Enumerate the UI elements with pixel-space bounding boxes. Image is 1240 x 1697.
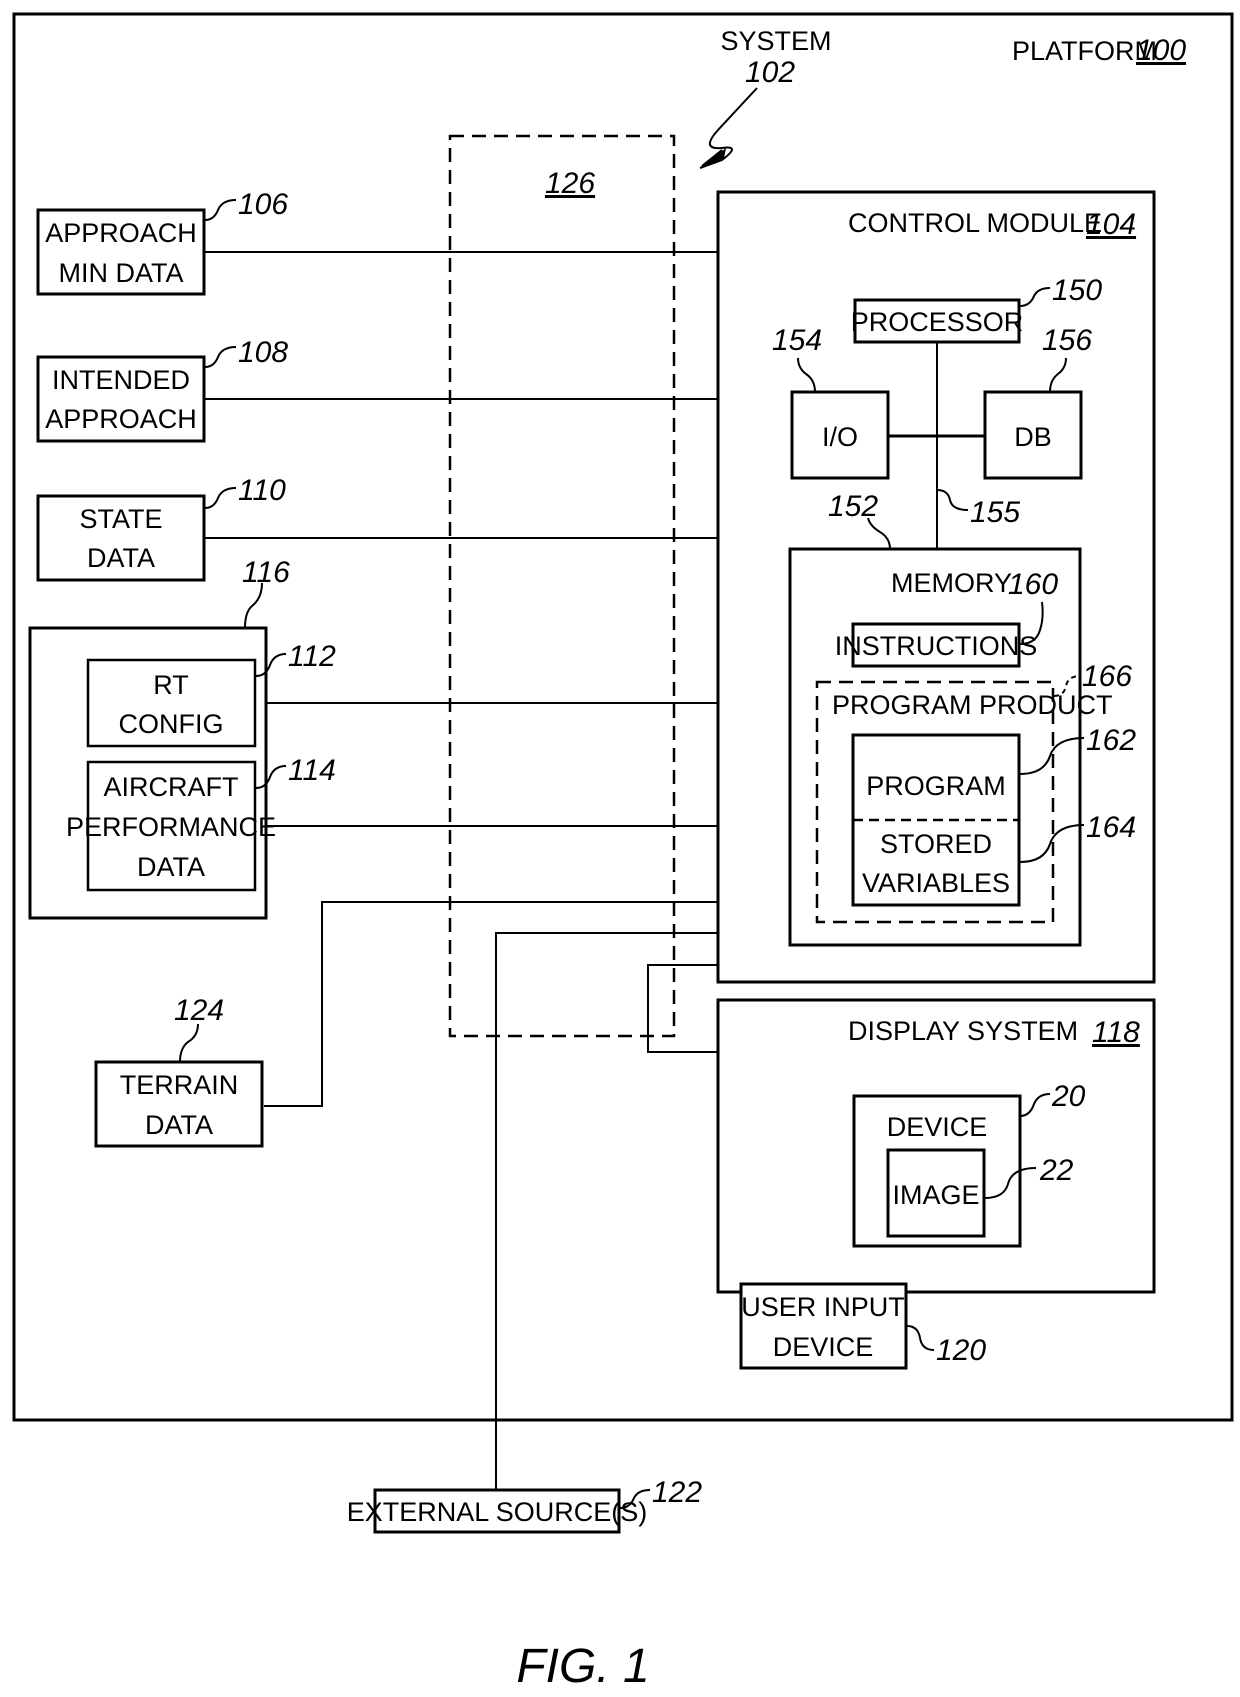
device-ref: 20 bbox=[1051, 1080, 1086, 1113]
terrain-ref: 124 bbox=[174, 994, 224, 1027]
bus-ref: 155 bbox=[970, 496, 1020, 529]
system-label: SYSTEM bbox=[720, 26, 831, 56]
image-label: IMAGE bbox=[892, 1180, 979, 1210]
program-label: PROGRAM bbox=[866, 771, 1006, 801]
platform-ref: 100 bbox=[1136, 34, 1186, 67]
block-diagram: PLATFORM 100 SYSTEM 102 126 APPROACH MIN… bbox=[12, 12, 1234, 1693]
approach-min-line2: MIN DATA bbox=[59, 258, 184, 288]
program-ref: 162 bbox=[1086, 724, 1136, 757]
performance-ref: 114 bbox=[288, 754, 336, 787]
display-system-label: DISPLAY SYSTEM bbox=[848, 1016, 1078, 1046]
state-data-ref: 110 bbox=[238, 474, 286, 507]
system-ref: 102 bbox=[745, 56, 795, 89]
rt-config-ref: 112 bbox=[288, 640, 336, 673]
intended-approach-ref: 108 bbox=[238, 336, 288, 369]
terrain-line2: DATA bbox=[145, 1110, 213, 1140]
memory-label: MEMORY bbox=[891, 568, 1012, 598]
performance-line2: PERFORMANCE bbox=[66, 812, 276, 842]
intended-approach-line1: INTENDED bbox=[52, 365, 190, 395]
rt-config-line2: CONFIG bbox=[119, 709, 224, 739]
control-module-label: CONTROL MODULE bbox=[848, 208, 1102, 238]
device-label: DEVICE bbox=[887, 1112, 988, 1142]
rt-config-line1: RT bbox=[153, 670, 189, 700]
db-label: DB bbox=[1014, 422, 1052, 452]
performance-line1: AIRCRAFT bbox=[104, 772, 239, 802]
io-label: I/O bbox=[822, 422, 858, 452]
bus-region-ref: 126 bbox=[545, 167, 595, 200]
instructions-ref: 160 bbox=[1008, 568, 1058, 601]
state-data-line1: STATE bbox=[79, 504, 162, 534]
external-sources-label: EXTERNAL SOURCE(S) bbox=[347, 1497, 648, 1527]
instructions-label: INSTRUCTIONS bbox=[835, 631, 1038, 661]
approach-min-ref: 106 bbox=[238, 188, 288, 221]
stored-variables-line2: VARIABLES bbox=[862, 868, 1010, 898]
terrain-line1: TERRAIN bbox=[120, 1070, 239, 1100]
stored-variables-ref: 164 bbox=[1086, 811, 1136, 844]
stored-variables-line1: STORED bbox=[880, 829, 992, 859]
aircraft-specific-ref: 116 bbox=[242, 556, 290, 589]
figure-caption: FIG. 1 bbox=[516, 1640, 649, 1693]
image-ref: 22 bbox=[1039, 1154, 1074, 1187]
memory-ref: 152 bbox=[828, 490, 878, 523]
approach-min-line1: APPROACH bbox=[45, 218, 197, 248]
io-ref: 154 bbox=[772, 324, 822, 357]
program-product-label: PROGRAM PRODUCT bbox=[832, 690, 1113, 720]
processor-label: PROCESSOR bbox=[851, 307, 1024, 337]
db-ref: 156 bbox=[1042, 324, 1092, 357]
processor-ref: 150 bbox=[1052, 274, 1102, 307]
display-system-ref: 118 bbox=[1092, 1016, 1140, 1049]
control-module-ref: 104 bbox=[1086, 208, 1136, 241]
state-data-line2: DATA bbox=[87, 543, 155, 573]
user-input-line2: DEVICE bbox=[773, 1332, 874, 1362]
user-input-ref: 120 bbox=[936, 1334, 986, 1367]
performance-line3: DATA bbox=[137, 852, 205, 882]
intended-approach-line2: APPROACH bbox=[45, 404, 197, 434]
external-sources-ref: 122 bbox=[652, 1476, 702, 1509]
user-input-line1: USER INPUT bbox=[741, 1292, 905, 1322]
program-product-ref: 166 bbox=[1082, 660, 1132, 693]
